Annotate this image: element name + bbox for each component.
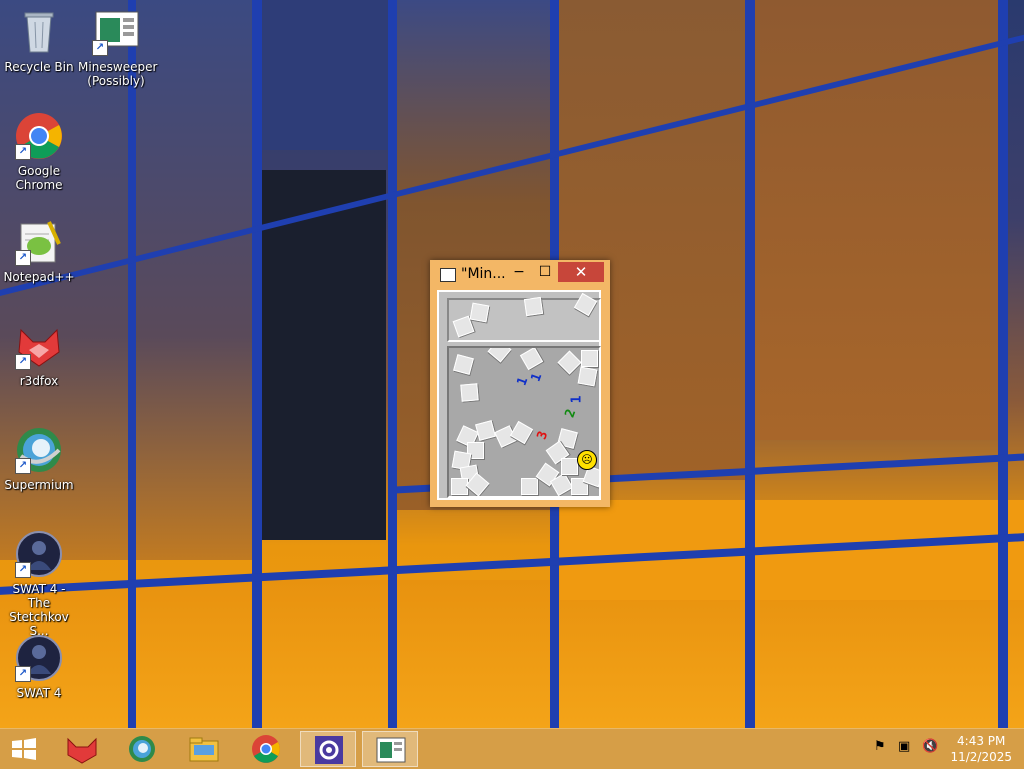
window-title: "Min... <box>461 266 506 282</box>
r3dfox-icon: ↗ <box>15 322 63 370</box>
minesweeper-window[interactable]: "Min... − ☐ ✕ 1 1 1 2 3 ☹ <box>430 260 610 507</box>
desktop-icon-label: Supermium <box>4 478 74 492</box>
taskbar-item-settings[interactable] <box>300 731 356 767</box>
mine-tile[interactable] <box>453 354 474 375</box>
network-icon[interactable]: ▣ <box>898 739 910 754</box>
desktop-icon-label: SWAT 4 - The Stetchkov S... <box>9 582 69 638</box>
taskbar: ⚑ ▣ 🔇 4:43 PM 11/2/2025 <box>0 728 1024 769</box>
recycle-bin-icon <box>15 8 63 56</box>
mine-tile[interactable] <box>561 458 578 475</box>
desktop-icon-minesweeper[interactable]: ↗ Minesweeper (Possibly) <box>78 8 158 88</box>
wallpaper-panel <box>0 580 1024 728</box>
scattered-tile <box>523 296 544 317</box>
volume-muted-icon[interactable]: 🔇 <box>922 739 938 754</box>
mine-count-number: 2 <box>562 407 580 420</box>
smiley-face-icon[interactable]: ☹ <box>577 450 597 470</box>
taskbar-item-google-chrome[interactable] <box>238 731 294 767</box>
shortcut-arrow-icon: ↗ <box>15 250 31 266</box>
shortcut-arrow-icon: ↗ <box>15 354 31 370</box>
minesweeper-icon <box>376 737 406 763</box>
wallpaper-mullion <box>388 0 397 728</box>
scattered-tile <box>573 292 598 317</box>
mine-count-number: 1 <box>569 395 585 404</box>
window-titlebar[interactable]: "Min... − ☐ ✕ <box>430 260 610 288</box>
desktop-icon-r3dfox[interactable]: ↗ r3dfox <box>1 322 77 388</box>
supermium-icon: ↗ <box>15 426 63 474</box>
taskbar-item-r3dfox[interactable] <box>54 731 110 767</box>
taskbar-item-file-explorer[interactable] <box>176 731 232 767</box>
start-button[interactable] <box>0 731 48 767</box>
shortcut-arrow-icon: ↗ <box>15 458 31 474</box>
app-icon <box>440 268 456 282</box>
desktop-icon-notepad-plus-plus[interactable]: ↗ Notepad++ <box>1 218 77 284</box>
desktop-icon-label: SWAT 4 <box>16 686 62 700</box>
maximize-button[interactable]: ☐ <box>532 262 558 282</box>
desktop-icon-google-chrome[interactable]: ↗ Google Chrome <box>1 112 77 192</box>
mine-count-number: 1 <box>528 371 546 384</box>
minimize-button[interactable]: − <box>506 262 532 282</box>
game-client-area: 1 1 1 2 3 ☹ <box>437 290 601 500</box>
mine-tile[interactable] <box>581 350 598 367</box>
clock-time: 4:43 PM <box>957 734 1006 748</box>
mine-count-number: 3 <box>534 429 552 442</box>
mine-tile[interactable] <box>487 348 512 363</box>
minesweeper-icon: ↗ <box>92 8 140 56</box>
mine-tile[interactable] <box>577 366 598 387</box>
desktop-icon-label: Google Chrome <box>15 164 63 192</box>
gear-icon <box>315 736 343 764</box>
taskbar-item-minesweeper[interactable] <box>362 731 418 767</box>
shortcut-arrow-icon: ↗ <box>92 40 108 56</box>
chrome-icon <box>252 735 280 763</box>
desktop-icon-swat4[interactable]: ↗ SWAT 4 <box>1 634 77 700</box>
desktop-icon-label: r3dfox <box>19 374 59 388</box>
clock-date: 11/2/2025 <box>950 750 1012 764</box>
desktop-icon-label: Recycle Bin <box>4 60 74 74</box>
swat4-icon: ↗ <box>15 634 63 682</box>
mine-tile[interactable] <box>451 478 468 495</box>
desktop-icon-label: Minesweeper (Possibly) <box>78 60 158 88</box>
minefield[interactable]: 1 1 1 2 3 ☹ <box>447 346 601 498</box>
mine-tile[interactable] <box>521 478 538 495</box>
mine-tile[interactable] <box>557 350 582 375</box>
scattered-tile <box>469 302 490 323</box>
swat4-icon: ↗ <box>15 530 63 578</box>
taskbar-item-supermium[interactable] <box>114 731 170 767</box>
desktop-icon-recycle-bin[interactable]: Recycle Bin <box>1 8 77 74</box>
shortcut-arrow-icon: ↗ <box>15 666 31 682</box>
mine-tile[interactable] <box>475 420 496 441</box>
wallpaper-mullion <box>998 0 1008 728</box>
shortcut-arrow-icon: ↗ <box>15 144 31 160</box>
chrome-icon: ↗ <box>15 112 63 160</box>
r3dfox-icon <box>67 737 97 764</box>
folder-icon <box>189 737 219 762</box>
desktop-icon-supermium[interactable]: ↗ Supermium <box>1 426 77 492</box>
game-status-panel <box>447 292 601 342</box>
mine-tile[interactable] <box>519 348 544 371</box>
shortcut-arrow-icon: ↗ <box>15 562 31 578</box>
windows-logo-icon <box>12 738 36 760</box>
mine-tile[interactable] <box>460 383 479 402</box>
close-button[interactable]: ✕ <box>558 262 604 282</box>
wallpaper-mullion <box>252 0 262 728</box>
system-clock[interactable]: 4:43 PM 11/2/2025 <box>950 733 1012 765</box>
desktop-icon-label: Notepad++ <box>3 270 75 284</box>
notepad-plus-plus-icon: ↗ <box>15 218 63 266</box>
supermium-icon <box>129 736 155 762</box>
wallpaper-mullion <box>128 0 136 728</box>
desktop-icon-swat4-stetchkov[interactable]: ↗ SWAT 4 - The Stetchkov S... <box>1 530 77 638</box>
wallpaper-panel <box>262 0 392 150</box>
action-center-flag-icon[interactable]: ⚑ <box>874 739 886 754</box>
wallpaper-panel <box>752 0 1002 440</box>
